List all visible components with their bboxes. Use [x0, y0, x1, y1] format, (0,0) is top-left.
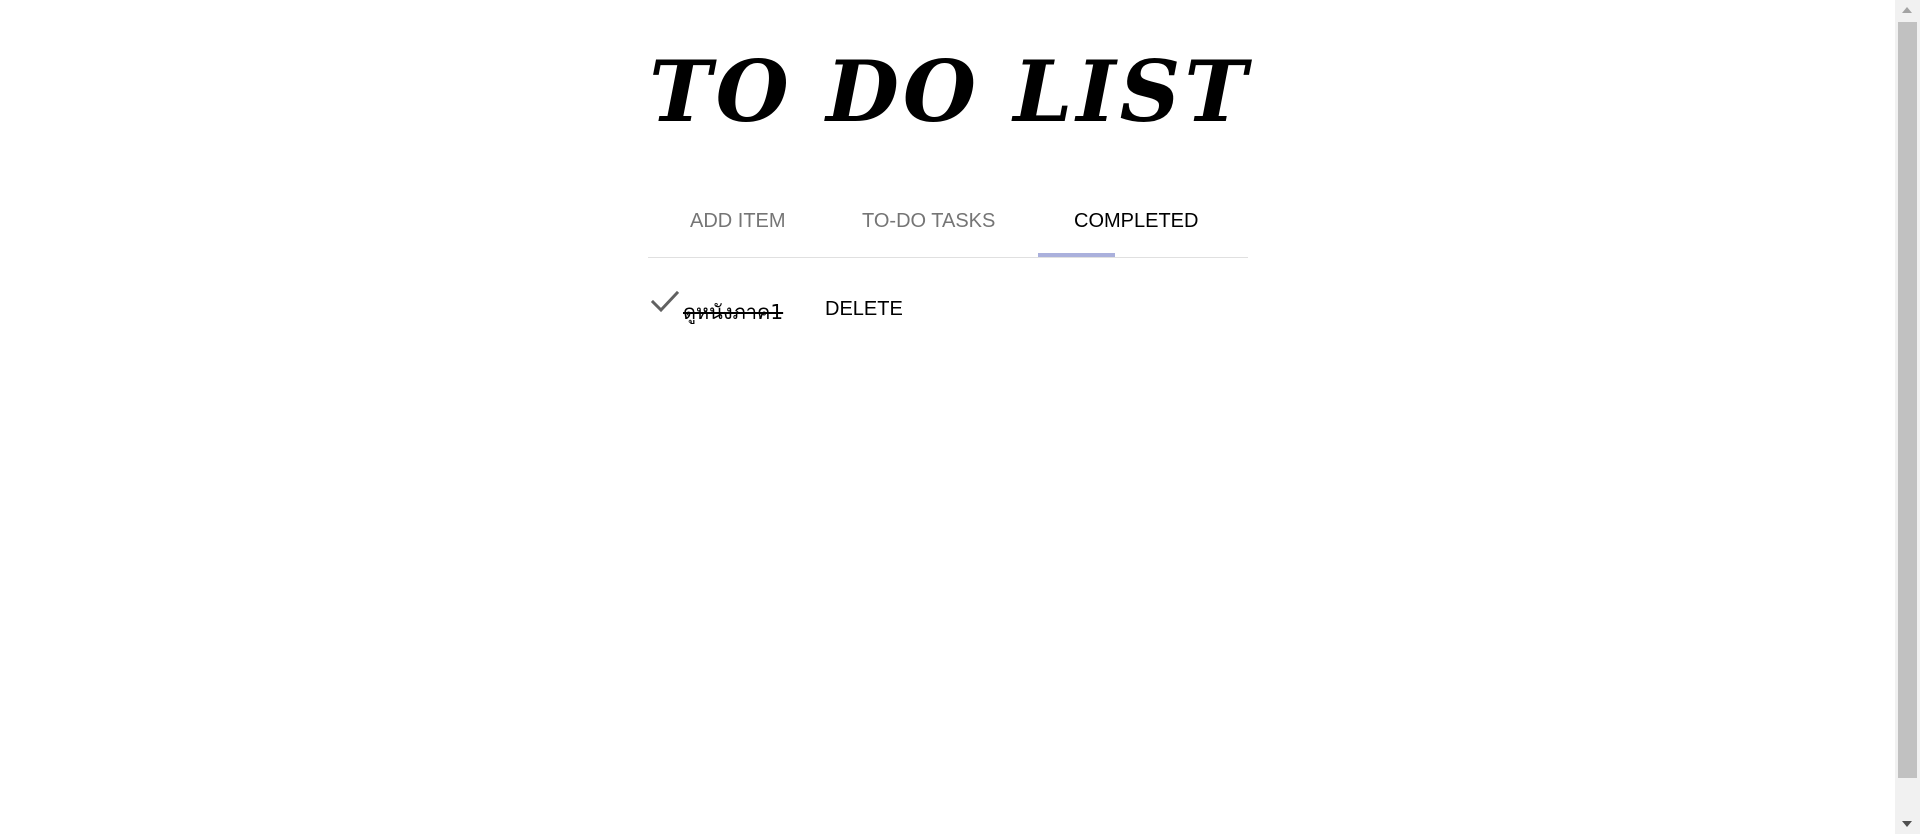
scrollbar-thumb[interactable]	[1898, 22, 1917, 778]
scroll-down-button[interactable]	[1895, 814, 1920, 834]
scroll-up-button[interactable]	[1895, 0, 1920, 20]
page: TO DO LIST ADD ITEM TO-DO TASKS COMPLETE…	[0, 0, 1895, 834]
arrow-down-icon	[1902, 821, 1912, 827]
completed-item-text: ดูหนังภาค1	[683, 300, 784, 324]
delete-button[interactable]: DELETE	[825, 298, 903, 321]
vertical-scrollbar[interactable]	[1895, 0, 1920, 834]
active-tab-indicator	[1038, 253, 1115, 257]
tab-add-item[interactable]: ADD ITEM	[690, 210, 786, 233]
arrow-up-icon	[1902, 7, 1912, 13]
check-icon[interactable]	[650, 288, 680, 314]
tab-completed[interactable]: COMPLETED	[1074, 210, 1198, 233]
tab-todo-tasks[interactable]: TO-DO TASKS	[862, 210, 995, 233]
page-title: TO DO LIST	[649, 42, 1251, 141]
tab-bar: ADD ITEM TO-DO TASKS COMPLETED	[648, 196, 1248, 258]
